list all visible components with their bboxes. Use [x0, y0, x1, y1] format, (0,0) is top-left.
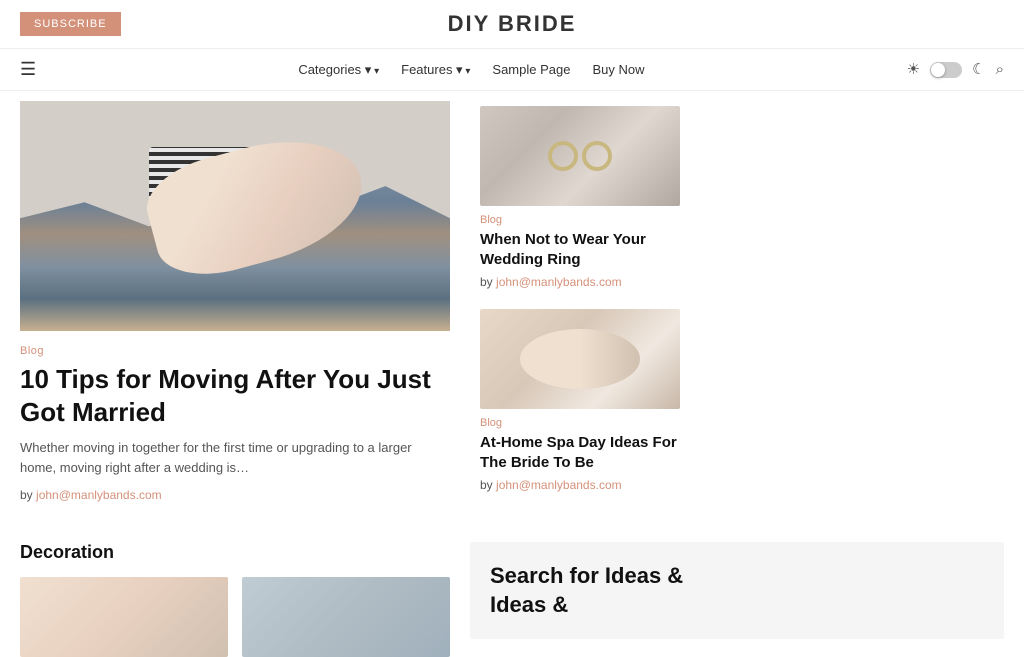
search-heading-2: Ideas & — [490, 591, 984, 620]
sun-icon[interactable]: ☀ — [907, 60, 920, 79]
toggle-knob — [931, 63, 945, 77]
nav-buy-now[interactable]: Buy Now — [592, 62, 644, 77]
author-prefix: by — [20, 488, 33, 502]
sidebar-card-1: Blog When Not to Wear Your Wedding Ring … — [480, 106, 680, 289]
sidebar-1-author: by john@manlybands.com — [480, 275, 680, 289]
moon-icon[interactable]: ☾ — [972, 60, 985, 79]
search-icon[interactable]: ⌕ — [996, 61, 1004, 79]
sidebar-image-1 — [480, 106, 680, 206]
sidebar-2-author: by john@manlybands.com — [480, 478, 680, 492]
featured-excerpt: Whether moving in together for the first… — [20, 438, 450, 478]
featured-image-visual — [20, 101, 450, 331]
nav-features[interactable]: Features ▾ — [401, 62, 470, 78]
featured-image — [20, 101, 450, 331]
lower-left: Decoration — [20, 542, 450, 657]
sidebar-card-2: Blog At-Home Spa Day Ideas For The Bride… — [480, 309, 680, 492]
nav-sample-page[interactable]: Sample Page — [492, 62, 570, 77]
hamburger-icon: ☰ — [20, 59, 36, 80]
nav-links: Categories ▾ Features ▾ Sample Page Buy … — [298, 62, 644, 78]
sidebar-1-author-prefix: by — [480, 275, 493, 289]
nav-bar: ☰ Categories ▾ Features ▾ Sample Page Bu… — [0, 49, 1024, 91]
sidebar-1-category: Blog — [480, 214, 680, 226]
sidebar-2-title[interactable]: At-Home Spa Day Ideas For The Bride To B… — [480, 433, 680, 472]
main-content: Blog 10 Tips for Moving After You Just G… — [0, 101, 1024, 512]
decoration-heading: Decoration — [20, 542, 450, 563]
featured-article: Blog 10 Tips for Moving After You Just G… — [20, 101, 450, 512]
site-title: DIY BRIDE — [448, 11, 577, 37]
search-box: Search for Ideas & Ideas & — [470, 542, 1004, 639]
lower-section: Decoration Search for Ideas & Ideas & — [0, 522, 1024, 657]
nav-right-controls: ☀ ☾ ⌕ — [907, 60, 1004, 79]
search-heading: Search for Ideas & — [490, 562, 984, 591]
sidebar-2-author-prefix: by — [480, 478, 493, 492]
theme-toggle[interactable] — [930, 62, 962, 78]
author-link[interactable]: john@manlybands.com — [36, 488, 162, 502]
thumbnail-1[interactable] — [20, 577, 228, 657]
lower-right: Search for Ideas & Ideas & — [470, 542, 1004, 657]
nav-categories[interactable]: Categories ▾ — [298, 62, 379, 78]
featured-category: Blog — [20, 345, 450, 357]
subscribe-button[interactable]: SUBSCRIBE — [20, 12, 121, 36]
thumbnail-row — [20, 577, 450, 657]
sidebar: Blog When Not to Wear Your Wedding Ring … — [480, 106, 680, 512]
ring-visual-1 — [548, 141, 578, 171]
spa-visual — [520, 329, 640, 389]
ring-visual-2 — [582, 141, 612, 171]
featured-author: by john@manlybands.com — [20, 488, 450, 502]
hamburger-menu[interactable]: ☰ — [20, 59, 36, 80]
top-bar: SUBSCRIBE DIY BRIDE — [0, 0, 1024, 49]
thumbnail-2[interactable] — [242, 577, 450, 657]
sidebar-2-category: Blog — [480, 417, 680, 429]
sidebar-1-author-link[interactable]: john@manlybands.com — [496, 275, 622, 289]
sidebar-image-2 — [480, 309, 680, 409]
featured-title[interactable]: 10 Tips for Moving After You Just Got Ma… — [20, 363, 450, 428]
sidebar-1-title[interactable]: When Not to Wear Your Wedding Ring — [480, 230, 680, 269]
sidebar-2-author-link[interactable]: john@manlybands.com — [496, 478, 622, 492]
